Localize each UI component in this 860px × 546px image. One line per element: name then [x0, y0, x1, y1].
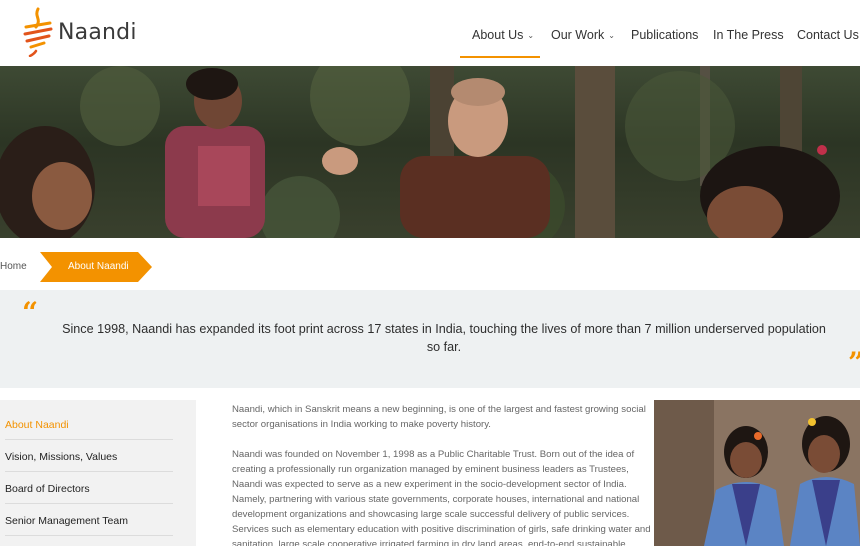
- sidebar-item-label: Senior Management Team: [5, 515, 128, 527]
- about-content: Naandi, which in Sanskrit means a new be…: [232, 402, 652, 546]
- open-quote-icon: “: [22, 296, 39, 329]
- quote-text: Since 1998, Naandi has expanded its foot…: [62, 322, 826, 354]
- sidebar-item-label: About Naandi: [5, 419, 69, 431]
- nav-about-us-label: About Us: [472, 28, 524, 42]
- hero-photo-illustration: [0, 66, 840, 238]
- content-paragraph: Naandi was founded on November 1, 1998 a…: [232, 449, 651, 546]
- chevron-down-icon: ⌄: [608, 30, 615, 40]
- sidebar-item-board-of-directors[interactable]: Board of Directors: [5, 472, 173, 504]
- sidebar-item-senior-management-team[interactable]: Senior Management Team: [5, 504, 173, 536]
- nav-publications[interactable]: Publications: [631, 28, 698, 42]
- sidebar-item-vision-missions-values[interactable]: Vision, Missions, Values: [5, 440, 173, 472]
- breadcrumb-current-label: About Naandi: [68, 261, 129, 272]
- breadcrumb: Home About Naandi: [0, 252, 860, 282]
- highlight-quote: “ Since 1998, Naandi has expanded its fo…: [0, 290, 860, 388]
- active-nav-indicator: [460, 56, 540, 58]
- nav-in-the-press-label: In The Press: [713, 28, 784, 42]
- nav-contact-us[interactable]: Contact Us: [797, 28, 859, 42]
- nav-in-the-press[interactable]: In The Press: [713, 28, 784, 42]
- nav-publications-label: Publications: [631, 28, 699, 42]
- chevron-down-icon: ⌄: [527, 30, 535, 40]
- schoolgirls-photo: [654, 400, 860, 546]
- breadcrumb-home-link[interactable]: Home: [0, 261, 27, 272]
- main-nav: About Us ⌄ Our Work ⌄ Publications In Th…: [0, 28, 860, 48]
- breadcrumb-current: About Naandi: [40, 252, 152, 282]
- sidebar-item-label: Board of Directors: [5, 483, 90, 495]
- sidebar-item-label: Vision, Missions, Values: [5, 451, 118, 463]
- site-header: Naandi About Us ⌄ Our Work ⌄ Publication…: [0, 0, 860, 66]
- hero-image: [0, 66, 860, 238]
- content-paragraph: Naandi, which in Sanskrit means a new be…: [232, 404, 646, 430]
- about-sidebar: About Naandi Vision, Missions, Values Bo…: [0, 400, 196, 546]
- nav-our-work[interactable]: Our Work ⌄: [551, 28, 615, 42]
- sidebar-item-about-naandi[interactable]: About Naandi: [5, 408, 173, 440]
- nav-our-work-label: Our Work: [551, 28, 605, 42]
- schoolgirls-illustration: [654, 400, 860, 546]
- close-quote-icon: ”: [848, 346, 860, 379]
- nav-contact-us-label: Contact Us: [797, 28, 859, 42]
- nav-about-us[interactable]: About Us ⌄: [472, 28, 534, 42]
